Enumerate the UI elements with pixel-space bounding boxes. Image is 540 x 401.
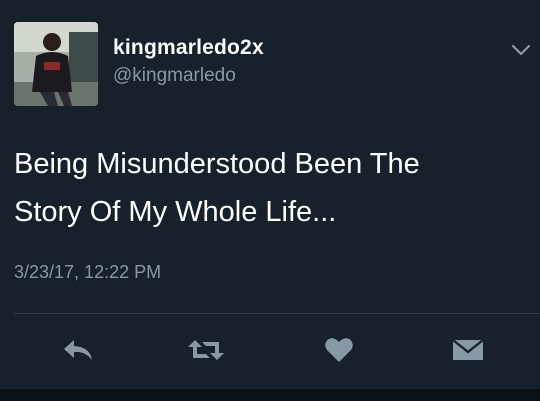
avatar[interactable]	[14, 22, 98, 106]
tweet-text-line: Story Of My Whole Life...	[14, 196, 337, 228]
reply-icon	[61, 337, 95, 363]
heart-icon	[324, 336, 354, 364]
reply-button[interactable]	[58, 332, 98, 368]
tweet-text: Being Misunderstood Been The Story Of My…	[14, 140, 514, 236]
retweet-icon	[186, 336, 226, 364]
tweet-timestamp[interactable]: 3/23/17, 12:22 PM	[14, 262, 161, 283]
chevron-down-icon[interactable]	[510, 42, 532, 58]
divider	[14, 313, 540, 314]
tweet-text-line: Being Misunderstood Been The	[14, 148, 420, 180]
bottom-edge	[0, 389, 540, 401]
user-handle[interactable]: @kingmarledo	[113, 65, 236, 87]
like-button[interactable]	[319, 332, 359, 368]
direct-message-icon	[451, 337, 485, 363]
avatar-photo	[14, 22, 98, 106]
tweet-card: kingmarledo2x @kingmarledo Being Misunde…	[0, 0, 540, 401]
display-name[interactable]: kingmarledo2x	[113, 36, 264, 60]
direct-message-button[interactable]	[448, 332, 488, 368]
retweet-button[interactable]	[186, 332, 226, 368]
